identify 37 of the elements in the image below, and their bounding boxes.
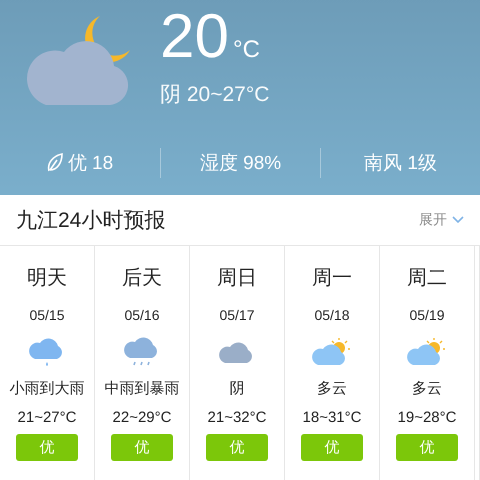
- temperature-range: 22~29°C: [112, 409, 172, 426]
- day-label: 周二: [407, 266, 447, 291]
- cloud-sun-icon: [312, 335, 352, 367]
- chevron-down-icon: [452, 216, 464, 224]
- temperature-range: 18~31°C: [302, 409, 362, 426]
- weather-stat: 湿度 98%: [200, 152, 282, 176]
- weather-stat: 优 18: [68, 152, 114, 176]
- forecast-title: 九江24小时预报: [16, 208, 166, 234]
- condition-label: 多云: [317, 379, 347, 398]
- date-label: 05/17: [219, 307, 255, 323]
- condition-label: 小雨到大雨: [10, 379, 84, 398]
- temperature-range: 21~27°C: [18, 409, 76, 426]
- date-label: 05/16: [124, 307, 160, 323]
- day-label: 后天: [122, 266, 162, 291]
- cloud-sun-icon: [407, 335, 447, 367]
- air-quality-badge: 优: [301, 434, 363, 461]
- air-quality-badge: 优: [396, 434, 458, 461]
- condition-label: 多云: [412, 379, 442, 398]
- temperature-unit: °C: [232, 36, 260, 64]
- date-label: 05/15: [29, 307, 65, 323]
- air-quality-badge: 优: [16, 434, 78, 461]
- condition-label: 阴: [230, 379, 244, 398]
- weather-stat: 南风 1级: [364, 152, 437, 176]
- temperature-range: 21~32°C: [208, 409, 266, 426]
- expand-toggle[interactable]: 展开: [419, 211, 464, 229]
- leaf-icon: [46, 153, 63, 173]
- air-quality-badge: 优: [206, 434, 268, 461]
- weather-summary: 阴 20~27°C: [160, 82, 270, 108]
- condition-label: 中雨到暴雨: [104, 379, 180, 398]
- day-label: 明天: [27, 266, 67, 291]
- date-label: 05/18: [314, 307, 350, 323]
- day-label: 周一: [312, 266, 352, 291]
- temperature-range: 19~28°C: [398, 409, 456, 426]
- current-temperature: 20: [160, 6, 229, 68]
- air-quality-badge: 优: [111, 434, 173, 461]
- date-label: 05/19: [409, 307, 445, 323]
- day-label: 周日: [217, 266, 257, 291]
